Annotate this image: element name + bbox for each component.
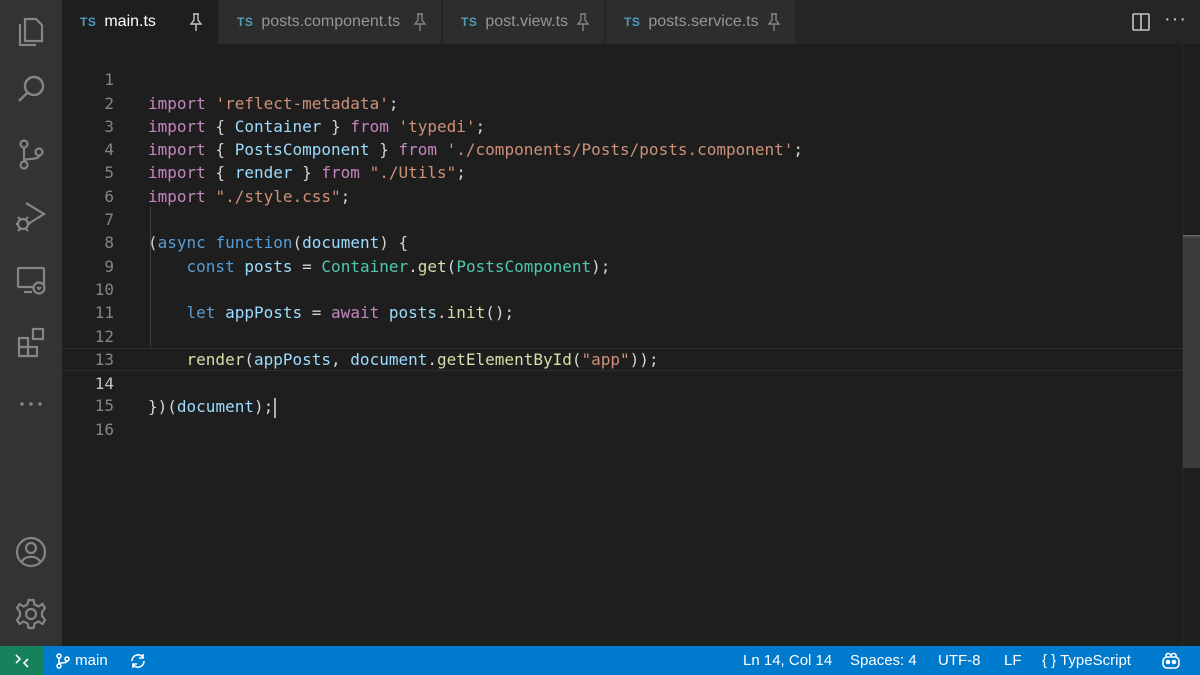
tab-label: main.ts xyxy=(104,13,156,30)
code-line: 1 import 'reflect-metadata'; xyxy=(62,45,1182,112)
remote-indicator[interactable] xyxy=(0,646,44,675)
editor-actions: ··· xyxy=(1120,0,1200,44)
pin-icon[interactable] xyxy=(765,12,783,32)
settings-gear-icon[interactable] xyxy=(11,594,51,634)
code-line-current: 14 })(document); xyxy=(62,347,1182,418)
tab-posts-service-ts[interactable]: TS posts.service.ts xyxy=(606,0,796,44)
code-line: 3 import { PostsComponent } from './comp… xyxy=(62,92,1182,159)
code-line: 16 xyxy=(62,395,1182,439)
code-line: 10 let appPosts = await posts.init(); xyxy=(62,255,1182,322)
language-label: TypeScript xyxy=(1060,652,1131,669)
end-of-line[interactable]: LF xyxy=(1004,646,1022,675)
branch-name: main xyxy=(75,652,108,669)
status-bar: main Ln 14, Col 14 Spaces: 4 UTF-8 LF { … xyxy=(0,646,1200,675)
run-debug-icon[interactable] xyxy=(11,196,51,236)
search-icon[interactable] xyxy=(11,70,51,110)
split-editor-icon[interactable] xyxy=(1132,13,1150,31)
encoding[interactable]: UTF-8 xyxy=(938,646,981,675)
editor-tab-bar: TS main.ts TS posts.component.ts TS post… xyxy=(62,0,1200,44)
explorer-icon[interactable] xyxy=(11,10,51,50)
remote-icon xyxy=(15,653,29,668)
editor-scrollbar[interactable] xyxy=(1182,44,1200,646)
account-icon[interactable] xyxy=(11,532,51,572)
pin-icon[interactable] xyxy=(411,12,429,32)
code-editor[interactable]: 1 import 'reflect-metadata'; 2 import { … xyxy=(62,44,1182,646)
braces-icon: { } xyxy=(1042,652,1057,669)
cursor-position[interactable]: Ln 14, Col 14 xyxy=(743,646,832,675)
code-line: 7 (async function(document) { xyxy=(62,185,1182,252)
sync-icon xyxy=(131,654,145,669)
indentation[interactable]: Spaces: 4 xyxy=(850,646,917,675)
code-line: 9 xyxy=(62,231,1182,276)
code-line: 5 import "./style.css"; xyxy=(62,138,1182,205)
typescript-file-icon: TS xyxy=(237,15,254,29)
language-mode[interactable]: { } TypeScript xyxy=(1042,646,1131,675)
scroll-thumb[interactable] xyxy=(1183,236,1200,468)
typescript-file-icon: TS xyxy=(80,15,97,29)
tab-posts-component-ts[interactable]: TS posts.component.ts xyxy=(219,0,442,44)
extensions-icon[interactable] xyxy=(11,322,51,362)
more-actions-icon[interactable]: ··· xyxy=(1164,8,1187,31)
branch-indicator[interactable]: main xyxy=(55,646,108,675)
code-line: 2 import { Container } from 'typedi'; xyxy=(62,68,1182,136)
code-line: 12 render(appPosts, document.getElementB… xyxy=(62,301,1182,369)
typescript-file-icon: TS xyxy=(461,15,478,29)
tab-main-ts[interactable]: TS main.ts xyxy=(62,0,218,44)
activity-bar xyxy=(0,0,62,646)
code-line: 8 const posts = Container.get(PostsCompo… xyxy=(62,208,1182,275)
remote-explorer-icon[interactable] xyxy=(11,260,51,300)
pin-icon[interactable] xyxy=(187,12,205,32)
more-icon[interactable] xyxy=(11,384,51,424)
typescript-file-icon: TS xyxy=(624,15,641,29)
tab-label: posts.service.ts xyxy=(648,13,759,30)
line-number: 16 xyxy=(94,419,114,439)
source-control-icon[interactable] xyxy=(11,134,51,174)
tab-label: posts.component.ts xyxy=(261,13,401,30)
code-line: 6 xyxy=(62,162,1182,206)
tab-label: post.view.ts xyxy=(485,13,569,30)
pin-icon[interactable] xyxy=(574,12,592,32)
code-line: 4 import { render } from "./Utils"; xyxy=(62,115,1182,182)
code-line: 13 xyxy=(62,325,1182,369)
copilot-icon xyxy=(1162,652,1180,669)
tab-post-view-ts[interactable]: TS post.view.ts xyxy=(443,0,605,44)
git-branch-icon xyxy=(56,653,70,669)
copilot-button[interactable] xyxy=(1160,646,1182,675)
sync-button[interactable] xyxy=(129,646,147,675)
code-line: 15 xyxy=(62,371,1182,415)
code-line: 11 xyxy=(62,278,1182,322)
